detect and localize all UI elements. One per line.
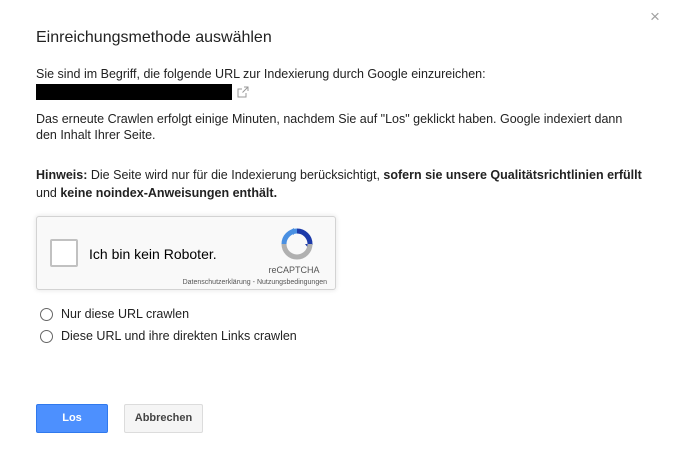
note-text-part: und — [36, 186, 61, 200]
recaptcha-checkbox[interactable] — [50, 239, 78, 267]
external-link-icon[interactable] — [237, 86, 249, 98]
intro-text: Sie sind im Begriff, die folgende URL zu… — [36, 67, 486, 81]
radio-option-url-only[interactable]: Nur diese URL crawlen — [40, 306, 189, 322]
terms-link[interactable]: Nutzungsbedingungen — [257, 279, 327, 286]
note-bold-quality: sofern sie unsere Qualitätsrichtlinien e… — [383, 168, 642, 182]
radio-label: Nur diese URL crawlen — [61, 307, 190, 321]
privacy-link[interactable]: Datenschutzerklärung — [183, 279, 251, 286]
note-label: Hinweis: — [36, 168, 88, 182]
recaptcha-terms: Datenschutzerklärung - Nutzungsbedingung… — [157, 279, 327, 286]
note-text-part: Die Seite wird nur für die Indexierung b… — [87, 168, 384, 182]
note-text: Hinweis: Die Seite wird nur für die Inde… — [36, 166, 646, 202]
radio-option-url-and-links[interactable]: Diese URL und ihre direkten Links crawle… — [40, 328, 297, 344]
close-icon[interactable]: × — [647, 8, 663, 26]
radio-button[interactable] — [40, 329, 53, 343]
recaptcha-label: Ich bin kein Roboter. — [89, 246, 217, 262]
recaptcha-widget: Ich bin kein Roboter. reCAPTCHA Datensch… — [36, 216, 336, 290]
dialog-title: Einreichungsmethode auswählen — [36, 29, 272, 46]
recaptcha-logo-icon — [281, 228, 313, 260]
note-bold-noindex: keine noindex-Anweisungen enthält. — [60, 186, 278, 200]
radio-button[interactable] — [40, 307, 53, 321]
crawl-info-text: Das erneute Crawlen erfolgt einige Minut… — [36, 112, 623, 142]
submit-button[interactable]: Los — [36, 404, 108, 433]
cancel-button[interactable]: Abbrechen — [124, 404, 203, 433]
recaptcha-brand: reCAPTCHA — [268, 265, 320, 275]
radio-label: Diese URL und ihre direkten Links crawle… — [61, 329, 297, 343]
redacted-url — [36, 84, 232, 100]
